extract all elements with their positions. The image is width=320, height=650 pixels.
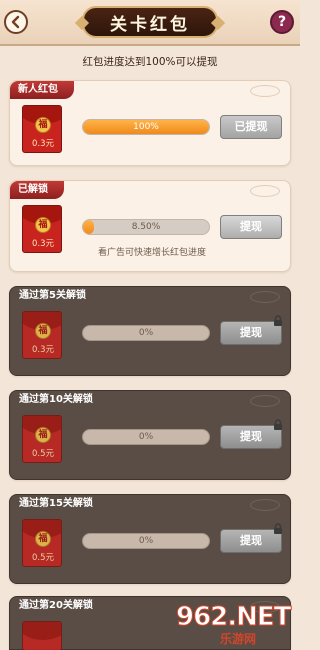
swirl-decoration — [250, 85, 280, 97]
progress-bar: 0% — [82, 429, 210, 445]
lock-icon — [274, 315, 282, 326]
card-tag: 通过第5关解锁 — [19, 290, 86, 301]
page-title: 关卡红包 — [110, 14, 190, 35]
packet-amount: 0.3元 — [31, 239, 55, 249]
packet-amount: 0.3元 — [31, 345, 55, 355]
progress-text: 0% — [138, 328, 154, 338]
progress-bar: 0% — [82, 325, 210, 341]
swirl-decoration — [250, 185, 280, 197]
ad-hint: 看广告可快速增长红包进度 — [97, 248, 206, 258]
red-packet-icon: 福 0.5元 — [22, 415, 62, 463]
progress-text: 100% — [133, 122, 159, 132]
withdrawn-button[interactable]: 已提现 — [220, 115, 282, 139]
card-tag: 通过第10关解锁 — [19, 394, 93, 405]
red-packet-icon — [22, 621, 62, 650]
card-tag: 通过第15关解锁 — [19, 498, 93, 509]
subtitle: 红包进度达到100%可以提现 — [82, 56, 218, 68]
progress-bar: 100% — [82, 119, 210, 135]
back-arrow-icon — [11, 15, 20, 29]
lock-icon — [274, 419, 282, 430]
card-tag: 新人红包 — [10, 81, 74, 99]
lock-icon — [274, 523, 282, 534]
red-packet-icon: 福 0.3元 — [22, 205, 62, 253]
red-packet-icon: 福 0.5元 — [22, 519, 62, 567]
red-packet-card-new-user: 新人红包 福 0.3元 100% 已提现 — [9, 80, 291, 166]
red-packet-card-level-10: 通过第10关解锁 福 0.5元 0% 提现 — [9, 390, 291, 480]
swirl-decoration — [250, 395, 280, 407]
swirl-decoration — [250, 499, 280, 511]
site-watermark-logo: 962.NET 乐游网 — [175, 602, 296, 648]
progress-bar: 8.50% — [82, 219, 210, 235]
withdraw-button[interactable]: 提现 — [220, 215, 282, 239]
packet-amount: 0.5元 — [31, 553, 55, 563]
help-button[interactable]: ? — [270, 10, 294, 34]
red-packet-icon: 福 0.3元 — [22, 105, 62, 153]
title-banner: 关卡红包 — [82, 6, 218, 38]
progress-text: 0% — [138, 536, 154, 546]
red-packet-card-level-5: 通过第5关解锁 福 0.3元 0% 提现 — [9, 286, 291, 376]
packet-amount: 0.3元 — [31, 139, 55, 149]
watermark-sub: 乐游网 — [220, 632, 257, 646]
red-packet-card-level-15: 通过第15关解锁 福 0.5元 0% 提现 — [9, 494, 291, 584]
red-packet-card-unlocked: 已解锁 福 0.3元 8.50% 提现 看广告可快速增长红包进度 — [9, 180, 291, 272]
card-tag: 已解锁 — [10, 181, 64, 199]
header: 关卡红包 ? — [0, 0, 300, 46]
progress-bar: 0% — [82, 533, 210, 549]
packet-amount: 0.5元 — [31, 449, 55, 459]
card-tag: 通过第20关解锁 — [19, 600, 93, 611]
back-button[interactable] — [4, 10, 28, 34]
progress-text: 8.50% — [131, 222, 161, 232]
swirl-decoration — [250, 291, 280, 303]
watermark-main: 962.NET — [175, 602, 291, 633]
progress-text: 0% — [138, 432, 154, 442]
red-packet-icon: 福 0.3元 — [22, 311, 62, 359]
